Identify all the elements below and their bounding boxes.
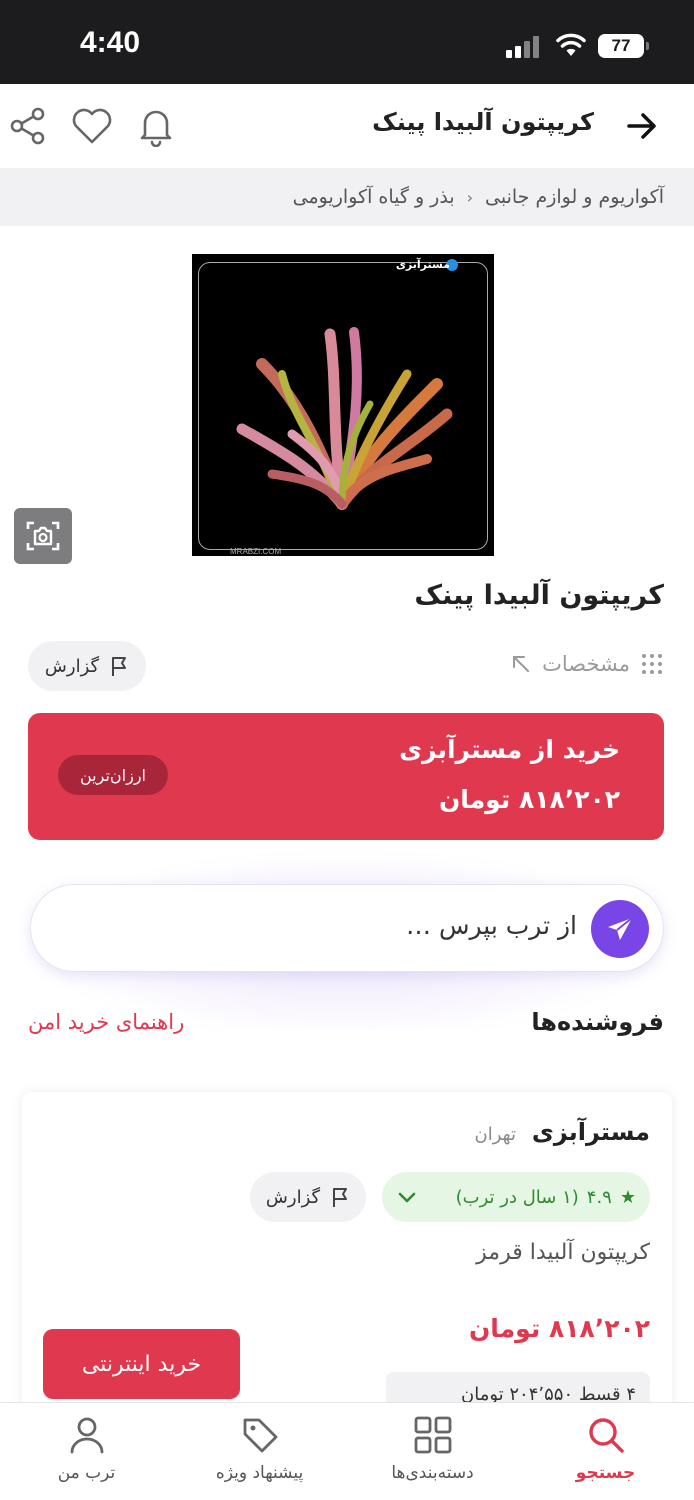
report-button[interactable]: گزارش <box>28 641 146 691</box>
cheapest-badge: ارزان‌ترین <box>58 755 168 795</box>
specs-link[interactable]: مشخصات <box>510 652 664 676</box>
nav-search-label: جستجو <box>575 1463 636 1483</box>
flag-icon <box>333 1188 348 1207</box>
star-icon: ★ <box>619 1186 636 1208</box>
arrow-up-left-icon <box>513 656 530 672</box>
nav-special-offers[interactable]: پیشنهاد ویژه <box>173 1403 346 1500</box>
seller-name[interactable]: مسترآبزی <box>532 1118 650 1146</box>
nav-special-offers-label: پیشنهاد ویژه <box>215 1463 304 1483</box>
status-time: 4:40 <box>80 26 141 59</box>
chevron-left-icon: ‹ <box>466 187 474 207</box>
breadcrumb-item-aquarium[interactable]: آکواریوم و لوازم جانبی <box>485 186 664 208</box>
product-title: کریپتون آلبیدا پینک <box>414 580 664 611</box>
buy-banner-title: خرید از مسترآبزی <box>399 735 620 764</box>
nav-categories[interactable]: دسته‌بندی‌ها <box>346 1403 519 1500</box>
seller-report-button[interactable]: گزارش <box>250 1172 366 1222</box>
paper-plane-icon <box>608 917 633 940</box>
seller-rating-chip[interactable]: ★ ۴.۹ (۱ سال در ترب) <box>382 1172 650 1222</box>
bell-icon <box>140 110 172 147</box>
dots-grid-icon <box>642 654 662 674</box>
top-app-bar: کریپتون آلبیدا پینک <box>0 84 694 168</box>
specs-label: مشخصات <box>542 652 630 676</box>
bottom-navigation: جستجو دسته‌بندی‌ها پیشنهاد ویژه ترب من <box>0 1402 694 1500</box>
seller-rating: ۴.۹ <box>586 1186 612 1208</box>
nav-search[interactable]: جستجو <box>519 1403 692 1500</box>
share-button[interactable] <box>6 104 50 148</box>
nav-my-torob[interactable]: ترب من <box>0 1403 173 1500</box>
safe-purchase-guide-link[interactable]: راهنمای خرید امن <box>28 1010 184 1034</box>
breadcrumb: آکواریوم و لوازم جانبی ‹ بذر و گیاه آکوا… <box>0 168 694 226</box>
buy-from-seller-banner[interactable]: خرید از مسترآبزی ۸۱۸٬۲۰۲ تومان ارزان‌تری… <box>28 713 664 840</box>
camera-icon <box>26 521 60 551</box>
battery-indicator: 77 <box>598 34 649 58</box>
breadcrumb-item-plants[interactable]: بذر و گیاه آکواریومی <box>293 186 455 208</box>
ask-send-button[interactable] <box>591 900 649 958</box>
seller-city: تهران <box>474 1124 516 1145</box>
flag-icon <box>112 657 127 676</box>
user-icon <box>70 1417 103 1454</box>
arrow-right-icon <box>627 113 656 139</box>
nav-my-torob-label: ترب من <box>57 1463 116 1483</box>
chevron-down-icon <box>398 1192 416 1203</box>
heart-icon <box>72 108 112 144</box>
plant-illustration <box>236 327 453 510</box>
search-icon <box>588 1418 624 1453</box>
nav-categories-label: دسته‌بندی‌ها <box>391 1463 474 1483</box>
tag-icon <box>243 1418 277 1453</box>
share-icon <box>10 107 45 145</box>
image-watermark-url: MRABZI.COM <box>230 547 282 556</box>
seller-card: مسترآبزی تهران ★ ۴.۹ (۱ سال در ترب) گزار… <box>22 1092 672 1432</box>
grid-icon <box>414 1416 451 1454</box>
cellular-signal-icon <box>506 36 542 58</box>
image-search-button[interactable] <box>14 508 72 564</box>
ask-torob-input[interactable]: از ترب بپرس … <box>30 884 664 972</box>
sellers-heading: فروشنده‌ها <box>531 1008 664 1036</box>
seller-product-name: کریپتون آلبیدا قرمز <box>476 1240 650 1265</box>
report-label: گزارش <box>44 655 100 677</box>
back-button[interactable] <box>620 104 664 148</box>
notify-button[interactable] <box>134 104 178 148</box>
seller-tenure: (۱ سال در ترب) <box>455 1186 579 1208</box>
seller-price: ۸۱۸٬۲۰۲ تومان <box>468 1314 650 1343</box>
favorite-button[interactable] <box>70 104 114 148</box>
online-buy-button[interactable]: خرید اینترنتی <box>43 1329 240 1399</box>
seller-report-label: گزارش <box>265 1186 321 1208</box>
product-image[interactable]: مسترآبزی MRABZI.COM <box>192 254 494 556</box>
wifi-icon <box>556 33 586 56</box>
status-bar: 4:40 77 <box>0 0 694 84</box>
ask-placeholder: از ترب بپرس … <box>406 911 577 940</box>
page-title: کریپتون آلبیدا پینک <box>372 108 594 136</box>
buy-banner-price: ۸۱۸٬۲۰۲ تومان <box>438 785 620 814</box>
